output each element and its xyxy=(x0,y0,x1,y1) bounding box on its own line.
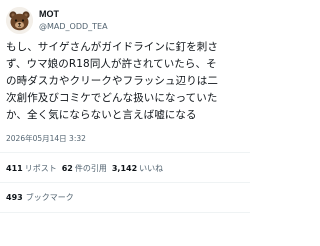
reposts-count: 411 xyxy=(6,164,23,173)
tweet-timestamp[interactable]: 2026年05月14日 3:32 xyxy=(6,134,86,144)
author-handle[interactable]: @MAD_ODD_TEA xyxy=(39,21,108,32)
reposts-label: リポスト xyxy=(24,164,57,173)
quotes-count: 62 xyxy=(61,164,73,173)
tweet-text-line: もし、サイゲさんがガイドラインに釘を刺さ xyxy=(6,41,218,53)
avatar[interactable] xyxy=(6,6,33,34)
reposts-stat[interactable]: 411 リポスト xyxy=(6,163,57,175)
tweet-header: MOT @MAD_ODD_TEA xyxy=(6,5,108,35)
bookmarks-stat[interactable]: 493 ブックマーク xyxy=(6,192,74,204)
tweet-text: もし、サイゲさんがガイドラインに釘を刺さ ず、ウマ娘のR18同人が許されていたら、… xyxy=(6,39,246,124)
bookmarks-label: ブックマーク xyxy=(25,193,74,202)
tweet-text-line: か、全く気にならないと言えば嘘になる xyxy=(6,109,197,121)
tweet-text-line: の時ダスカやクリークやフラッシュ辺りは二 xyxy=(6,75,218,87)
likes-count: 3,142 xyxy=(111,164,138,173)
likes-label: いいね xyxy=(139,164,164,173)
engagement-stats: 411 リポスト 62 件の引用 3,142 いいね xyxy=(6,163,163,175)
tweet-text-line: ず、ウマ娘のR18同人が許されていたら、そ xyxy=(6,58,217,70)
likes-stat[interactable]: 3,142 いいね xyxy=(112,163,163,175)
author-display-name[interactable]: MOT xyxy=(39,9,108,20)
tweet-text-line: 次創作及びコミケでどんな扱いになっていた xyxy=(6,92,218,104)
tweet-detail: MOT @MAD_ODD_TEA もし、サイゲさんがガイドラインに釘を刺さ ず、ウ… xyxy=(0,0,250,246)
bookmarks-count: 493 xyxy=(6,193,23,202)
quotes-label: 件の引用 xyxy=(74,164,107,173)
author-names: MOT @MAD_ODD_TEA xyxy=(39,9,108,32)
divider xyxy=(0,212,250,213)
divider xyxy=(0,182,250,183)
divider xyxy=(0,152,250,153)
quotes-stat[interactable]: 62 件の引用 xyxy=(62,163,107,175)
bear-avatar-icon xyxy=(6,6,33,34)
